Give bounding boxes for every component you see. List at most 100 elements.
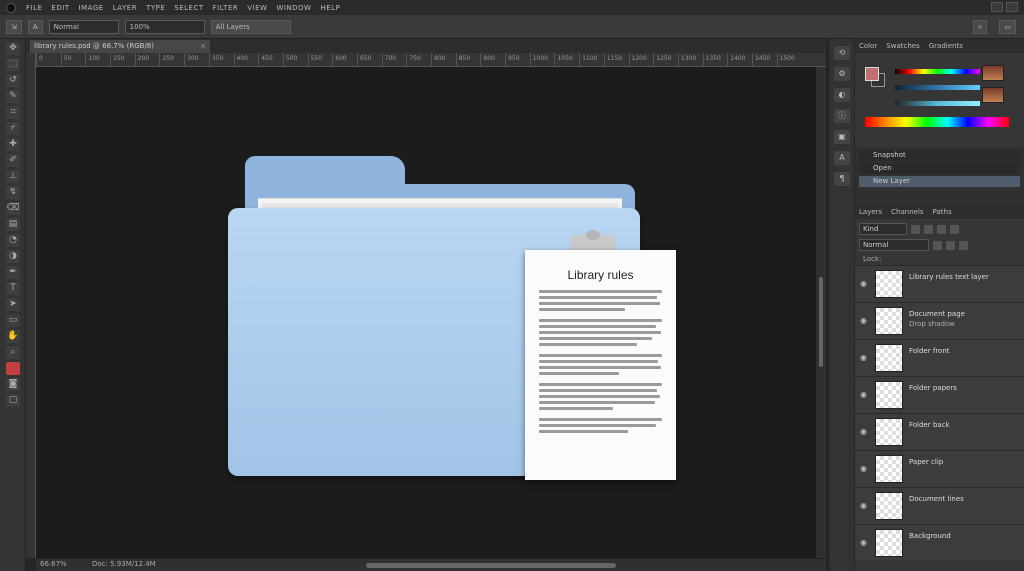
visibility-eye-icon[interactable]: ◉ — [860, 390, 869, 399]
eraser-tool-icon[interactable]: ⌫ — [6, 202, 20, 215]
tab-paths[interactable]: Paths — [933, 208, 952, 216]
history-icon[interactable]: ⟲ — [834, 46, 850, 60]
menu-view[interactable]: VIEW — [247, 4, 267, 12]
foreground-color-swatch[interactable] — [865, 67, 879, 81]
visibility-eye-icon[interactable]: ◉ — [860, 316, 869, 325]
layer-row[interactable]: ◉ Document lines — [855, 487, 1024, 524]
opacity-field[interactable]: 100% — [124, 19, 205, 34]
maximize-button[interactable] — [1006, 2, 1018, 12]
tab-swatches[interactable]: Swatches — [886, 42, 919, 50]
vertical-scrollbar[interactable] — [816, 67, 826, 558]
lock-pixels-icon[interactable] — [933, 240, 942, 250]
foreground-color-swatch[interactable] — [6, 362, 20, 375]
quick-mask-icon[interactable]: ◙ — [6, 378, 20, 391]
saturation-slider[interactable] — [895, 85, 980, 90]
layer-kind-filter[interactable]: Kind — [859, 223, 907, 235]
lock-all-icon[interactable] — [959, 240, 968, 250]
menu-help[interactable]: HELP — [320, 4, 340, 12]
history-brush-icon[interactable]: ↯ — [6, 186, 20, 199]
layer-row[interactable]: ◉ Folder papers — [855, 376, 1024, 413]
document-tab[interactable]: library rules.psd @ 66.7% (RGB/8) × — [30, 40, 210, 53]
navigator-icon[interactable]: ▣ — [834, 130, 850, 144]
visibility-eye-icon[interactable]: ◉ — [860, 538, 869, 547]
history-row[interactable]: New Layer — [859, 176, 1020, 187]
gradient-tool-icon[interactable]: ▤ — [6, 218, 20, 231]
visibility-eye-icon[interactable]: ◉ — [860, 501, 869, 510]
pen-tool-icon[interactable]: ✒ — [6, 266, 20, 279]
document-info[interactable]: Doc: 5.93M/12.4M — [92, 560, 156, 568]
horizontal-ruler[interactable]: 0 50 100 150 200 250 300 350 400 450 500 550 600 650 7… — [36, 53, 826, 67]
quick-select-tool-icon[interactable]: ✎ — [6, 90, 20, 103]
layer-row[interactable]: ◉ Library rules text layer — [855, 265, 1024, 302]
tab-gradients[interactable]: Gradients — [929, 42, 963, 50]
menu-layer[interactable]: LAYER — [113, 4, 137, 12]
mode-select[interactable]: Normal — [48, 19, 119, 34]
hand-tool-icon[interactable]: ✋ — [6, 330, 20, 343]
menu-image[interactable]: IMAGE — [79, 4, 104, 12]
move-tool-icon[interactable]: ✥ — [6, 42, 20, 55]
paragraph-icon[interactable]: ¶ — [834, 172, 850, 186]
screen-mode-icon[interactable]: ▢ — [6, 394, 20, 407]
stamp-tool-icon[interactable]: ⊥ — [6, 170, 20, 183]
character-icon[interactable]: A — [834, 151, 850, 165]
layer-row[interactable]: ◉ Paper clip — [855, 450, 1024, 487]
type-tool-icon[interactable]: T — [6, 282, 20, 295]
sample-select[interactable]: All Layers — [210, 19, 291, 34]
scroll-thumb[interactable] — [366, 563, 616, 568]
tool-preset-picker[interactable]: ⇲ — [6, 19, 22, 34]
marquee-tool-icon[interactable]: ⬚ — [6, 58, 20, 71]
visibility-eye-icon[interactable]: ◉ — [860, 279, 869, 288]
lasso-tool-icon[interactable]: ↺ — [6, 74, 20, 87]
layer-row[interactable]: ◉ Folder front — [855, 339, 1024, 376]
horizontal-scrollbar[interactable]: 66.67% Doc: 5.93M/12.4M — [36, 558, 826, 571]
ruler-tick: 150 — [110, 53, 135, 66]
brightness-slider[interactable] — [895, 101, 980, 106]
layer-row[interactable]: ◉ Background — [855, 524, 1024, 561]
menu-edit[interactable]: EDIT — [51, 4, 69, 12]
menu-filter[interactable]: FILTER — [213, 4, 239, 12]
search-icon[interactable]: ⌕ — [973, 20, 988, 34]
layer-row[interactable]: ◉ Document page Drop shadow — [855, 302, 1024, 339]
path-select-icon[interactable]: ➤ — [6, 298, 20, 311]
tool-value-box[interactable]: A — [27, 19, 43, 34]
visibility-eye-icon[interactable]: ◉ — [860, 464, 869, 473]
filter-shape-icon[interactable] — [950, 224, 959, 234]
hue-slider[interactable] — [895, 69, 980, 74]
eyedropper-tool-icon[interactable]: ⌿ — [6, 122, 20, 135]
visibility-eye-icon[interactable]: ◉ — [860, 353, 869, 362]
filter-adjust-icon[interactable] — [924, 224, 933, 234]
filter-type-icon[interactable] — [937, 224, 946, 234]
scroll-thumb[interactable] — [819, 277, 823, 367]
visibility-eye-icon[interactable]: ◉ — [860, 427, 869, 436]
filter-pixel-icon[interactable] — [911, 224, 920, 234]
history-row[interactable]: Open — [859, 163, 1020, 174]
adjustments-icon[interactable]: ◐ — [834, 88, 850, 102]
menu-window[interactable]: WINDOW — [276, 4, 311, 12]
properties-icon[interactable]: ⚙ — [834, 67, 850, 81]
zoom-readout[interactable]: 66.67% — [40, 560, 67, 568]
lock-position-icon[interactable] — [946, 240, 955, 250]
tab-channels[interactable]: Channels — [891, 208, 923, 216]
app-logo-icon[interactable] — [6, 2, 16, 13]
history-row[interactable]: Snapshot — [859, 150, 1020, 161]
healing-tool-icon[interactable]: ✚ — [6, 138, 20, 151]
menu-type[interactable]: TYPE — [146, 4, 165, 12]
zoom-tool-icon[interactable]: ⌕ — [6, 346, 20, 359]
info-icon[interactable]: ⓘ — [834, 109, 850, 123]
menu-select[interactable]: SELECT — [174, 4, 203, 12]
layer-row[interactable]: ◉ Folder back — [855, 413, 1024, 450]
brush-tool-icon[interactable]: ✐ — [6, 154, 20, 167]
vertical-ruler[interactable] — [26, 53, 36, 558]
workspace-icon[interactable]: ▭ — [999, 20, 1016, 34]
dodge-tool-icon[interactable]: ◑ — [6, 250, 20, 263]
tab-color[interactable]: Color — [859, 42, 877, 50]
menu-file[interactable]: FILE — [26, 4, 42, 12]
blend-mode-select[interactable]: Normal — [859, 239, 929, 251]
minimize-button[interactable] — [991, 2, 1003, 12]
close-tab-icon[interactable]: × — [200, 40, 206, 53]
blur-tool-icon[interactable]: ◔ — [6, 234, 20, 247]
tab-layers[interactable]: Layers — [859, 208, 882, 216]
shape-tool-icon[interactable]: ▭ — [6, 314, 20, 327]
crop-tool-icon[interactable]: ⌗ — [6, 106, 20, 119]
color-spectrum[interactable] — [865, 117, 1009, 127]
